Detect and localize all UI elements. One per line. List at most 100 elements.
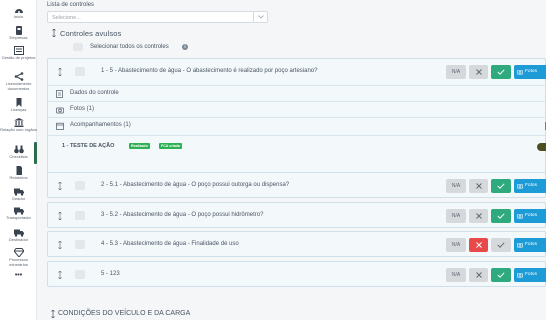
select-all-checkbox[interactable] — [73, 43, 83, 51]
sidebar-item-label: Licenciamento documentos — [5, 81, 32, 91]
sidebar-item-licencas[interactable]: Licenças — [0, 98, 37, 113]
check-icon — [497, 213, 505, 219]
sidebar-item-relacao-orgaos[interactable]: Relação com órgãos — [0, 118, 37, 133]
building-icon — [15, 26, 22, 35]
approve-button[interactable] — [491, 179, 511, 193]
fotos-button[interactable]: Fotos — [514, 268, 546, 282]
info-icon[interactable]: i — [182, 44, 188, 50]
approve-button[interactable] — [491, 65, 511, 79]
sidebar: Início Empresas Gestão de projetos Licen… — [0, 0, 37, 320]
control-card: 5 - 123 N/A Fotos — [47, 261, 546, 287]
reject-button[interactable] — [469, 179, 488, 193]
drag-handle-icon[interactable] — [58, 68, 62, 76]
truck-icon — [13, 188, 24, 196]
fotos-label: Fotos — [525, 272, 537, 277]
na-button[interactable]: N/A — [446, 179, 466, 193]
control-card: 4 - 5.3 - Abastecimento de água - Finali… — [47, 231, 546, 257]
action-toggle[interactable] — [537, 143, 546, 151]
camera-icon — [517, 70, 523, 75]
control-card: 2 - 5.1 - Abastecimento de água - O poço… — [47, 172, 546, 198]
check-icon — [497, 272, 505, 278]
na-button[interactable]: N/A — [446, 209, 466, 223]
control-card: 1 - 5 - Abastecimento de água - O abaste… — [47, 58, 546, 174]
sort-icon[interactable] — [52, 29, 56, 37]
sidebar-item-licenciamento[interactable]: Licenciamento documentos — [0, 72, 37, 91]
close-icon — [475, 69, 482, 75]
fotos-row[interactable]: Fotos (1) — [48, 101, 546, 117]
sidebar-item-label: Gestão de projetos — [1, 55, 36, 60]
section-title: CONDIÇÕES DO VEÍCULO E DA CARGA — [58, 310, 191, 317]
sidebar-item-processos-minerarios[interactable]: Processos minerários — [0, 248, 37, 267]
camera-icon — [517, 243, 523, 248]
fotos-button[interactable]: Fotos — [514, 65, 546, 79]
action-row[interactable]: 1 - TESTE DE AÇÃO Realizado FCA criada — [48, 135, 546, 157]
row-checkbox[interactable] — [75, 270, 85, 279]
na-button[interactable]: N/A — [446, 65, 466, 79]
sidebar-item-destinador[interactable]: Destinador — [0, 228, 37, 243]
close-icon — [475, 213, 482, 219]
file-icon — [16, 166, 22, 175]
sidebar-item-geador[interactable]: Geador — [0, 187, 37, 202]
sidebar-item-label: Checklists — [9, 154, 28, 159]
chevron-down-icon[interactable] — [253, 12, 267, 22]
row-checkbox[interactable] — [75, 67, 85, 76]
controls-list-label: Lista de controles — [47, 2, 95, 8]
reject-button[interactable] — [469, 65, 488, 79]
truck-icon — [13, 229, 24, 237]
drag-handle-icon[interactable] — [58, 241, 62, 249]
check-icon — [497, 242, 505, 248]
drag-handle-icon[interactable] — [58, 271, 62, 279]
controls-select[interactable]: Selecione... — [47, 11, 268, 23]
dashboard-icon — [14, 9, 23, 13]
fotos-label: Fotos — [525, 69, 537, 74]
row-checkbox[interactable] — [75, 181, 85, 190]
row-checkbox[interactable] — [75, 240, 85, 249]
sidebar-item-label: Transportador — [6, 215, 31, 220]
branch-icon — [14, 72, 23, 81]
approve-button[interactable] — [491, 209, 511, 223]
sidebar-item-transportador[interactable]: Transportador — [0, 206, 37, 221]
control-row[interactable]: 1 - 5 - Abastecimento de água - O abaste… — [48, 59, 546, 85]
sidebar-item-label: Início — [13, 14, 24, 19]
row-checkbox[interactable] — [75, 211, 85, 220]
sidebar-item-more[interactable]: ••• — [0, 272, 37, 278]
sidebar-item-checklists[interactable]: Checklists — [0, 145, 37, 160]
fotos-button[interactable]: Fotos — [514, 179, 546, 193]
acompanhamentos-row[interactable]: Acompanhamentos (1) — [48, 117, 546, 133]
control-row[interactable]: 5 - 123 N/A Fotos — [48, 262, 546, 288]
select-all-label: Selecionar todos os controles — [90, 44, 169, 50]
sidebar-item-label: Destinador — [8, 237, 29, 242]
institution-icon — [13, 118, 24, 127]
fotos-button[interactable]: Fotos — [514, 238, 546, 252]
approve-button[interactable] — [491, 268, 511, 282]
reject-button[interactable] — [469, 268, 488, 282]
sidebar-item-label: Licenças — [10, 107, 27, 112]
control-row[interactable]: 4 - 5.3 - Abastecimento de água - Finali… — [48, 232, 546, 258]
reject-button[interactable] — [469, 209, 488, 223]
na-button[interactable]: N/A — [446, 268, 466, 282]
main-content: Lista de controles Selecione... Controle… — [37, 0, 546, 320]
na-button[interactable]: N/A — [446, 238, 466, 252]
control-row[interactable]: 3 - 5.2 - Abastecimento de água - O poço… — [48, 203, 546, 229]
sidebar-item-label: Relação com órgãos — [0, 127, 37, 132]
select-placeholder: Selecione... — [52, 15, 81, 21]
sort-icon[interactable] — [51, 310, 55, 318]
sidebar-item-gestao-projetos[interactable]: Gestão de projetos — [0, 46, 37, 61]
drag-handle-icon[interactable] — [58, 182, 62, 190]
truck-icon — [13, 207, 24, 215]
binoculars-icon — [13, 145, 24, 154]
sidebar-item-relatorios[interactable]: Relatórios — [0, 166, 37, 181]
fotos-button[interactable]: Fotos — [514, 209, 546, 223]
control-row[interactable]: 2 - 5.1 - Abastecimento de água - O poço… — [48, 173, 546, 199]
control-card: 3 - 5.2 - Abastecimento de água - O poço… — [47, 202, 546, 228]
camera-icon — [517, 214, 523, 219]
sidebar-item-inicio[interactable]: Início — [0, 5, 37, 20]
reject-button[interactable] — [469, 238, 488, 252]
approve-button[interactable] — [491, 238, 511, 252]
sidebar-item-empresas[interactable]: Empresas — [0, 26, 37, 41]
drag-handle-icon[interactable] — [58, 212, 62, 220]
kanban-icon — [13, 46, 24, 55]
gem-icon — [13, 248, 24, 257]
control-title: 5 - 123 — [101, 271, 120, 277]
dados-controle-row[interactable]: Dados do controle — [48, 85, 546, 101]
